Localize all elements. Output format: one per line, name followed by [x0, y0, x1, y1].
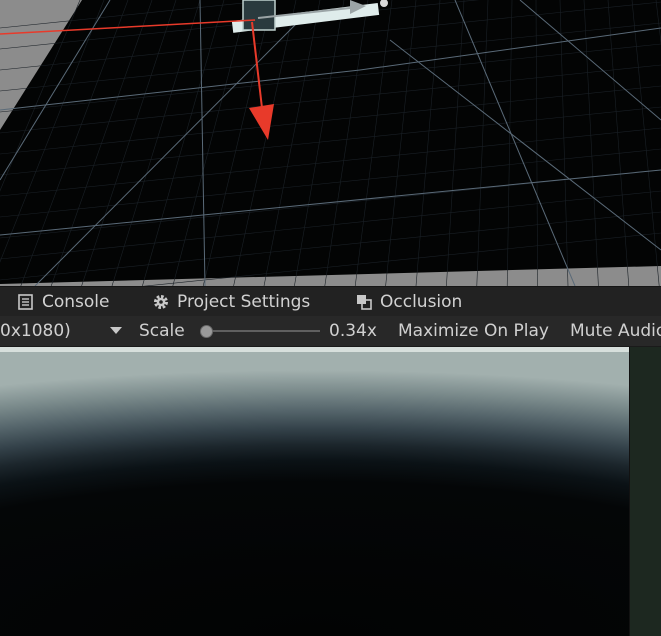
tab-console[interactable]: Console: [18, 287, 110, 317]
tab-project-settings[interactable]: Project Settings: [152, 287, 310, 317]
scale-slider-track[interactable]: [205, 330, 320, 332]
ground-plane: [0, 0, 661, 284]
game-view-toolbar: 0x1080) Scale 0.34x Maximize On Play Mut…: [0, 316, 661, 347]
tab-occlusion[interactable]: Occlusion: [356, 287, 462, 317]
maximize-on-play-toggle[interactable]: Maximize On Play: [398, 316, 549, 346]
mute-audio-toggle[interactable]: Mute Audio: [570, 316, 661, 346]
resolution-dropdown[interactable]: 0x1080): [0, 316, 71, 346]
tab-console-label: Console: [42, 292, 110, 312]
scale-slider-handle[interactable]: [200, 325, 213, 338]
game-view[interactable]: [0, 347, 629, 636]
console-list-icon: [18, 294, 35, 310]
tab-bar: Console Project Settings Occlusion: [0, 286, 661, 317]
scale-label: Scale: [139, 321, 185, 341]
tab-project-settings-label: Project Settings: [177, 292, 311, 312]
resolution-label: 0x1080): [0, 321, 71, 341]
side-panel: [629, 347, 661, 636]
horizon-highlight: [0, 347, 629, 352]
dropdown-arrow-icon[interactable]: [110, 316, 122, 346]
scale-value: 0.34x: [329, 321, 377, 341]
scene-viewport[interactable]: [0, 0, 661, 286]
gear-icon: [152, 293, 170, 311]
occlusion-icon: [356, 294, 373, 310]
tab-occlusion-label: Occlusion: [380, 292, 463, 312]
scene-view[interactable]: [0, 0, 661, 286]
object-mesh[interactable]: [242, 0, 276, 31]
